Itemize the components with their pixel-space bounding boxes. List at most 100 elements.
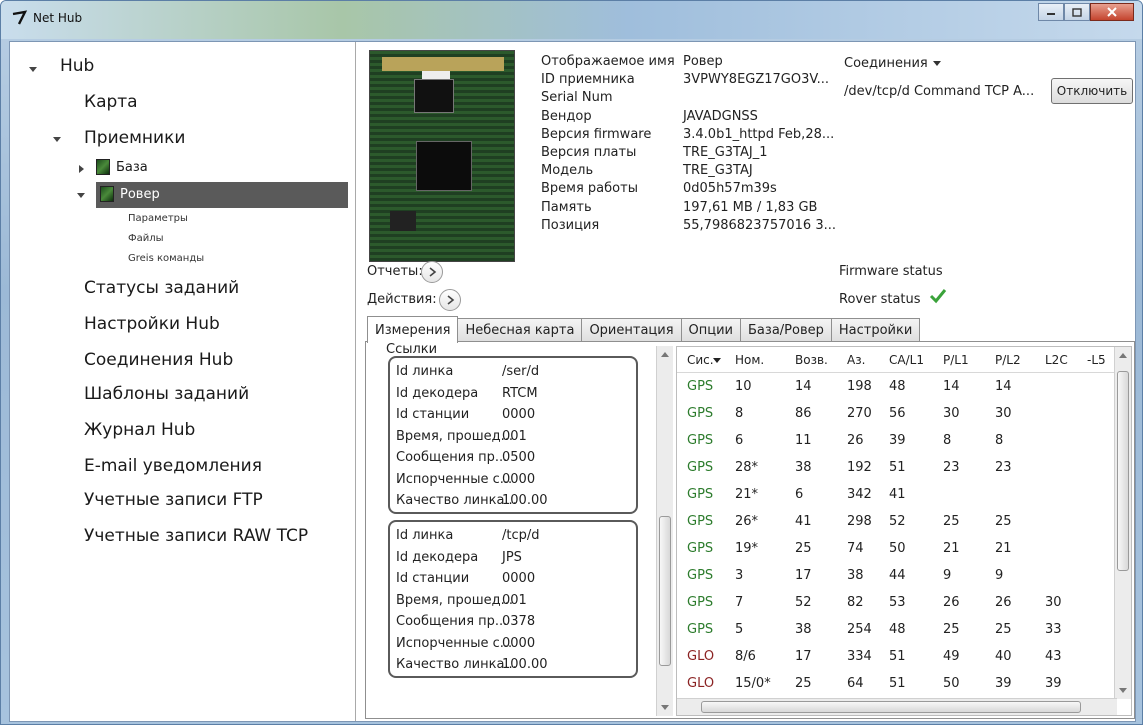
nav-ftp-accounts[interactable]: Учетные записи FTP xyxy=(84,490,263,510)
table-row[interactable]: GPS 7 52 82 53 26 26 30 xyxy=(677,591,1117,617)
tab-sky-map[interactable]: Небесная карта xyxy=(457,318,583,342)
column-header[interactable]: Сис. xyxy=(687,353,714,367)
table-row[interactable]: GPS 5 38 254 48 25 25 33 xyxy=(677,618,1117,644)
table-row[interactable]: GPS 28* 38 192 51 23 23 xyxy=(677,456,1117,482)
scroll-up-icon[interactable] xyxy=(661,352,669,357)
scroll-thumb[interactable] xyxy=(659,516,671,666)
tab-measurements[interactable]: Измерения xyxy=(367,316,459,343)
minimize-button[interactable] xyxy=(1038,3,1064,21)
link-field-value: 001 xyxy=(502,592,527,608)
table-cell: 41 xyxy=(889,487,906,502)
table-cell: 44 xyxy=(889,568,906,583)
close-button[interactable] xyxy=(1090,3,1134,21)
receiver-details-pane: Отображаемое имя Ровер ID приемника 3VPWY8E… xyxy=(357,42,1137,721)
table-row[interactable]: GLO 15/0* 25 64 51 50 39 39 xyxy=(677,672,1117,698)
table-cell: 49 xyxy=(943,649,960,664)
column-header[interactable]: L2C xyxy=(1045,353,1068,367)
table-cell: GPS xyxy=(687,541,714,556)
table-cell: 15/0* xyxy=(735,676,771,691)
table-cell: 30 xyxy=(995,406,1012,421)
table-cell: 14 xyxy=(795,379,812,394)
table-row[interactable]: GPS 21* 6 342 41 xyxy=(677,483,1117,509)
scroll-thumb[interactable] xyxy=(1117,371,1129,571)
nav-map[interactable]: Карта xyxy=(84,92,138,112)
table-row[interactable]: GPS 3 17 38 44 9 9 xyxy=(677,564,1117,590)
nav-hub-settings[interactable]: Настройки Hub xyxy=(84,314,220,334)
column-header[interactable]: Возв. xyxy=(795,353,828,367)
tree-item-base[interactable]: База xyxy=(116,160,148,175)
column-header[interactable]: CA/L1 xyxy=(889,353,924,367)
satellite-table: Сис. Ном. Возв. Аз. CA/L1 P/L1 P/L2 L2C -L5 GPS 1… xyxy=(676,346,1132,716)
table-row[interactable]: GLO 8/6 17 334 51 49 40 43 xyxy=(677,645,1117,671)
table-row[interactable]: GPS 6 11 26 39 8 8 xyxy=(677,429,1117,455)
table-cell: GPS xyxy=(687,379,714,394)
link-field-value: 0000 xyxy=(502,571,536,586)
connections-header[interactable]: Соединения xyxy=(844,56,942,71)
table-cell: 298 xyxy=(847,514,872,529)
table-cell: GPS xyxy=(687,433,714,448)
table-cell: GLO xyxy=(687,676,715,691)
link-field-value: 0378 xyxy=(502,614,536,629)
table-cell: 8 xyxy=(995,433,1004,448)
nav-hub[interactable]: Hub xyxy=(60,56,94,76)
column-header[interactable]: Аз. xyxy=(847,353,865,367)
chevron-right-icon xyxy=(429,267,437,277)
actions-expand-button[interactable] xyxy=(439,289,461,311)
column-header[interactable]: Ном. xyxy=(735,353,764,367)
expanded-arrow-icon[interactable] xyxy=(76,190,86,200)
table-row[interactable]: GPS 10 14 198 48 14 14 xyxy=(677,375,1117,401)
table-horizontal-scrollbar[interactable] xyxy=(677,698,1117,715)
scroll-up-icon[interactable] xyxy=(1119,353,1127,358)
firmware-status: Firmware status xyxy=(839,264,943,279)
scroll-down-icon[interactable] xyxy=(661,705,669,710)
link-field-value: 0000 xyxy=(502,407,536,422)
table-row[interactable]: GPS 19* 25 74 50 21 21 xyxy=(677,537,1117,563)
links-scrollbar[interactable] xyxy=(656,346,673,716)
tree-item-greis-commands[interactable]: Greis команды xyxy=(128,253,204,264)
table-cell: 21 xyxy=(995,541,1012,556)
tab-base-rover[interactable]: База/Ровер xyxy=(740,318,832,342)
connection-path: /dev/tcp/d Command TCP A... xyxy=(844,84,1035,99)
info-label: Serial Num xyxy=(541,90,613,106)
scroll-thumb[interactable] xyxy=(701,701,1081,713)
tab-settings[interactable]: Настройки xyxy=(830,318,921,342)
table-cell: 26 xyxy=(847,433,864,448)
table-cell: 9 xyxy=(995,568,1004,583)
column-header[interactable]: P/L1 xyxy=(943,353,969,367)
receiver-icon xyxy=(96,159,110,175)
collapsed-arrow-icon[interactable] xyxy=(76,164,86,174)
table-cell: 3 xyxy=(735,568,744,583)
table-row[interactable]: GPS 26* 41 298 52 25 25 xyxy=(677,510,1117,536)
table-cell: 8/6 xyxy=(735,649,756,664)
column-header[interactable]: P/L2 xyxy=(995,353,1021,367)
nav-task-statuses[interactable]: Статусы заданий xyxy=(84,278,239,298)
table-cell: 25 xyxy=(943,514,960,529)
link-field-label: Сообщения пр... xyxy=(396,614,508,629)
info-label: Память xyxy=(541,199,592,215)
reports-expand-button[interactable] xyxy=(421,261,443,283)
nav-raw-tcp-accounts[interactable]: Учетные записи RAW TCP xyxy=(84,526,308,546)
nav-task-templates[interactable]: Шаблоны заданий xyxy=(84,384,249,404)
expanded-arrow-icon[interactable] xyxy=(28,64,38,74)
table-cell: 52 xyxy=(889,514,906,529)
table-cell: 10 xyxy=(735,379,752,394)
table-cell: GPS xyxy=(687,460,714,475)
nav-receivers[interactable]: Приемники xyxy=(84,128,185,148)
table-cell: 7 xyxy=(735,595,744,610)
scroll-down-icon[interactable] xyxy=(1119,688,1127,693)
table-row[interactable]: GPS 8 86 270 56 30 30 xyxy=(677,402,1117,428)
column-header[interactable]: -L5 xyxy=(1087,353,1106,367)
nav-email-notifications[interactable]: E-mail уведомления xyxy=(84,456,262,476)
tab-orientation[interactable]: Ориентация xyxy=(581,318,682,342)
link-field-label: Время, прошед... xyxy=(396,428,514,444)
table-vertical-scrollbar[interactable] xyxy=(1114,347,1131,699)
expanded-arrow-icon[interactable] xyxy=(52,134,62,144)
disconnect-button[interactable]: Отключить xyxy=(1051,78,1133,104)
tree-item-rover-label: Ровер xyxy=(120,187,160,202)
maximize-button[interactable] xyxy=(1064,3,1090,21)
tree-item-parameters[interactable]: Параметры xyxy=(128,213,188,224)
nav-hub-connections[interactable]: Соединения Hub xyxy=(84,350,233,370)
tree-item-files[interactable]: Файлы xyxy=(128,233,164,244)
tab-options[interactable]: Опции xyxy=(680,318,742,342)
nav-hub-log[interactable]: Журнал Hub xyxy=(84,420,195,440)
